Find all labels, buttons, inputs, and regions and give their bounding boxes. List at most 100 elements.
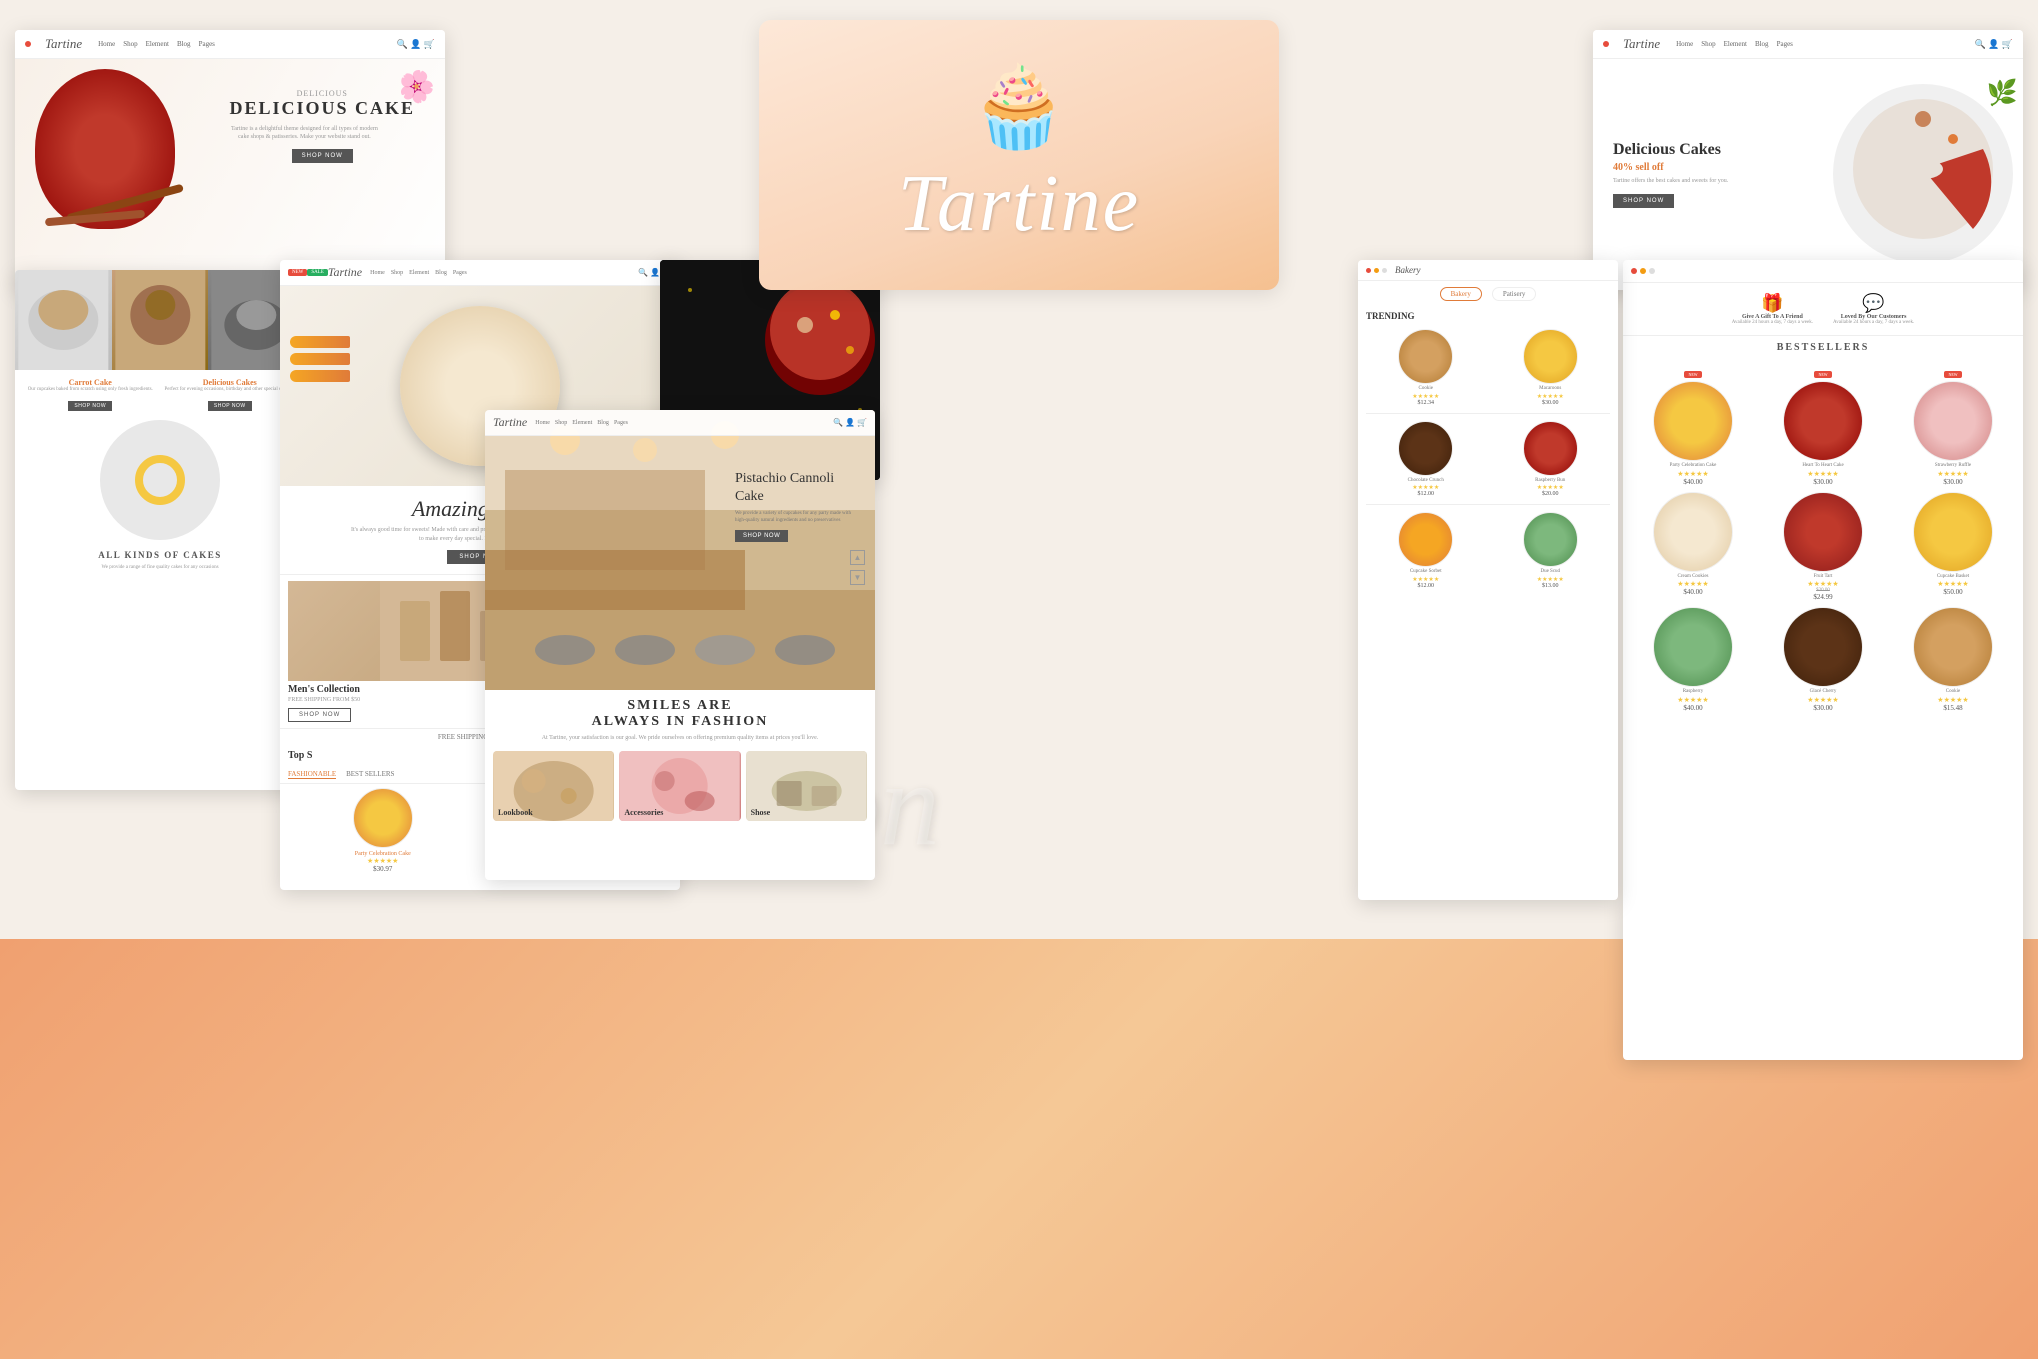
panel6-navlinks: Home Shop Element Blog Pages xyxy=(535,420,628,426)
bestsellers-title: BESTSELLERS xyxy=(1623,336,2023,359)
panel1-nav: Tartine Home Shop Element Blog Pages 🔍 👤… xyxy=(15,30,445,59)
panel6-bottom: SMILES AREALWAYS IN FASHION At Tartine, … xyxy=(485,690,875,829)
dot-r xyxy=(1631,268,1637,274)
panel2-nav: Tartine Home Shop Element Blog Pages 🔍 👤… xyxy=(1593,30,2023,59)
panel6-category-images: Lookbook Accessories Shose xyxy=(493,751,867,821)
cookie-stars: ★★★★★ xyxy=(1366,393,1486,400)
panel7-nav: Bakery xyxy=(1358,260,1618,281)
dot-red xyxy=(1366,268,1371,273)
panel2-hero: Delicious Cakes 40% sell off Tartine off… xyxy=(1593,59,2023,289)
panel7-row3: Cupcake Sorbet ★★★★★ $12.00 Due Scud ★★★… xyxy=(1358,508,1618,593)
bs-price-1: $40.00 xyxy=(1631,478,1755,486)
cake-slice-svg xyxy=(1843,89,2003,249)
product-tart-image xyxy=(353,788,413,848)
bs-product-6: Cupcake Basket ★★★★★ $50.00 xyxy=(1891,492,2015,602)
dot-o xyxy=(1640,268,1646,274)
cookie-price: $12.34 xyxy=(1366,400,1486,406)
panel-product-left: Carrot Cake Our cupcakes baked from scra… xyxy=(15,270,305,790)
bs-price-9: $15.48 xyxy=(1891,704,2015,712)
panel2-text: Delicious Cakes 40% sell off Tartine off… xyxy=(1593,120,1823,228)
panel1-tagline: Delicious xyxy=(229,89,415,98)
product2-btn[interactable]: SHOP NOW xyxy=(208,401,252,411)
shose-label: Shose xyxy=(751,808,771,817)
tab-patisery[interactable]: Patisery xyxy=(1492,287,1537,301)
panel3-footer-desc: We provide a range of fine quality cakes… xyxy=(23,565,297,570)
bs-price-8: $30.00 xyxy=(1761,704,1885,712)
bs-stars-4: ★★★★★ xyxy=(1631,580,1755,588)
nav-dots xyxy=(1366,268,1387,273)
tab-bestsellers[interactable]: BEST SELLERS xyxy=(346,770,394,779)
panel1-logo: Tartine xyxy=(45,36,82,52)
panel3-product2: Delicious Cakes Perfect for evening occa… xyxy=(163,378,298,412)
panel6-navicons: 🔍 👤 🛒 xyxy=(833,418,867,427)
panel7-row2: Chocolate Crunch ★★★★★ $12.00 Raspberry … xyxy=(1358,417,1618,502)
arrow-up[interactable]: ▲ xyxy=(850,550,865,565)
macaroon-price: $30.00 xyxy=(1491,400,1611,406)
new-badge-2: NEW xyxy=(1814,371,1831,378)
choc-image xyxy=(1398,421,1453,476)
smiles-title: SMILES AREALWAYS IN FASHION xyxy=(493,698,867,730)
nav-dot-2 xyxy=(1603,41,1609,47)
panel6-product-desc: We provide a variety of cupcakes for any… xyxy=(735,510,855,524)
panel3-img1 xyxy=(15,270,112,370)
bs-img-1 xyxy=(1653,381,1733,461)
product1-name: Carrot Cake xyxy=(23,378,158,387)
tab-bakery[interactable]: Bakery xyxy=(1440,287,1482,301)
choc-price: $12.00 xyxy=(1366,491,1486,497)
gift-icon: 🎁 xyxy=(1732,293,1813,314)
macaroon-image xyxy=(1523,329,1578,384)
bs-img-5 xyxy=(1783,492,1863,572)
mens-shop-button[interactable]: SHOP NOW xyxy=(288,708,351,722)
carrot3 xyxy=(290,370,350,382)
feature-gift: 🎁 Give A Gift To A Friend Available 24 h… xyxy=(1732,293,1813,325)
love-icon: 💬 xyxy=(1833,293,1914,314)
panel6-shose-img: Shose xyxy=(746,751,867,821)
panel1-shop-button[interactable]: SHOP NOW xyxy=(292,149,353,163)
panel1-navicons: 🔍 👤 🛒 xyxy=(397,39,435,50)
flower-decoration: 🌿 xyxy=(1987,79,2018,108)
panel3-image-row xyxy=(15,270,305,370)
bs-img-3 xyxy=(1913,381,1993,461)
panel2-sale: 40% sell off xyxy=(1613,162,1803,173)
panel2-shop-button[interactable]: SHOP NOW xyxy=(1613,194,1674,208)
new-badge: NEW xyxy=(288,269,307,276)
panel7-row1: Cookie ★★★★★ $12.34 Macaroons ★★★★★ $30.… xyxy=(1358,325,1618,410)
bs-stars-3: ★★★★★ xyxy=(1891,470,2015,478)
panel-hero-left: Tartine Home Shop Element Blog Pages 🔍 👤… xyxy=(15,30,445,290)
panel6-product-text: Pistachio Cannoli Cake We provide a vari… xyxy=(735,470,855,542)
panel4-logo: Tartine xyxy=(328,265,362,280)
bs-product-8: Glacé Cherry ★★★★★ $30.00 xyxy=(1761,607,1885,712)
prod1-stars: ★★★★★ xyxy=(288,857,478,865)
accessories-label: Accessories xyxy=(624,808,663,817)
arrow-down[interactable]: ▼ xyxy=(850,570,865,585)
divider2 xyxy=(1366,504,1610,505)
panel2-desc: Tartine offers the best cakes and sweets… xyxy=(1613,177,1803,186)
bs-stars-1: ★★★★★ xyxy=(1631,470,1755,478)
dot-gray xyxy=(1382,268,1387,273)
product1-btn[interactable]: SHOP NOW xyxy=(68,401,112,411)
panel-bestsellers: 🎁 Give A Gift To A Friend Available 24 h… xyxy=(1623,260,2023,1060)
bs-product-2: NEW Heart To Heart Cake ★★★★★ $30.00 xyxy=(1761,363,1885,486)
new-badge-1: NEW xyxy=(1684,371,1701,378)
brand-name: Tartine xyxy=(898,159,1140,250)
panel1-hero: 🌸 Delicious DELICIOUS CAKE Tartine is a … xyxy=(15,59,445,289)
product2-desc: Perfect for evening occasions, birthday … xyxy=(163,387,298,394)
cupcake-stars: ★★★★★ xyxy=(1366,576,1486,583)
panel6-shop-button[interactable]: SHOP NOW xyxy=(735,530,788,542)
bs-product-7: Raspberry ★★★★★ $40.00 xyxy=(1631,607,1755,712)
bs-stars-7: ★★★★★ xyxy=(1631,696,1755,704)
panel3-img2 xyxy=(112,270,209,370)
rasp-price: $20.00 xyxy=(1491,491,1611,497)
panel-bakery-grid: Bakery Bakery Patisery TRENDING Cookie ★… xyxy=(1358,260,1618,900)
dot-g xyxy=(1649,268,1655,274)
panel8-dots xyxy=(1631,268,1655,274)
p7-product-macaroon: Macaroons ★★★★★ $30.00 xyxy=(1491,329,1611,406)
raspberry-image xyxy=(1523,421,1578,476)
panel1-hero-text: Delicious DELICIOUS CAKE Tartine is a de… xyxy=(229,89,415,163)
interior-svg xyxy=(485,410,875,690)
due-stars: ★★★★★ xyxy=(1491,576,1611,583)
carrot-decorations xyxy=(290,336,350,382)
tab-fashionable[interactable]: FASHIONABLE xyxy=(288,770,336,779)
panel7-trending-label: TRENDING xyxy=(1358,307,1618,325)
panel2-navlinks: Home Shop Element Blog Pages xyxy=(1676,40,1793,48)
